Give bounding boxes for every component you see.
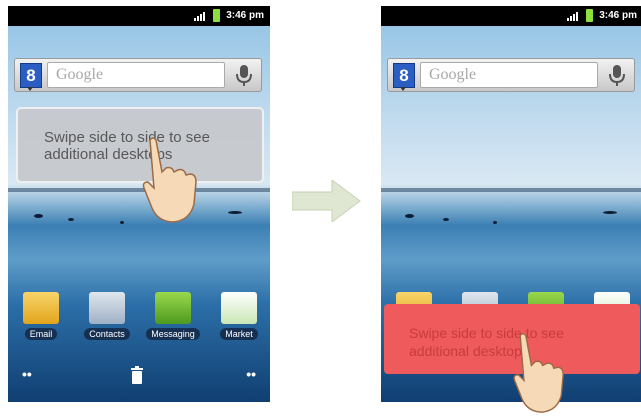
arrow-right-icon <box>292 180 361 222</box>
battery-icon <box>213 9 220 22</box>
messaging-icon[interactable] <box>155 292 191 324</box>
app-messaging[interactable]: Messaging <box>142 292 204 342</box>
app-dock: Email Contacts Messaging Market <box>8 292 270 352</box>
status-bar: 3:46 pm <box>381 6 641 26</box>
chevron-down-icon <box>400 87 406 91</box>
rock <box>68 218 74 221</box>
pointing-hand-icon <box>513 333 564 413</box>
search-input[interactable]: Google <box>420 62 598 88</box>
rock <box>34 214 43 218</box>
chevron-down-icon <box>27 87 33 91</box>
status-bar: 3:46 pm <box>8 6 270 26</box>
app-label: Market <box>220 328 258 340</box>
phone-screen-before: 3:46 pm 8 Google Swipe side to side to s… <box>8 6 270 402</box>
rock <box>443 218 449 221</box>
app-contacts[interactable]: Contacts <box>76 292 138 342</box>
battery-icon <box>586 9 593 22</box>
trash-icon[interactable] <box>130 366 144 384</box>
search-input[interactable]: Google <box>47 62 225 88</box>
app-label: Contacts <box>84 328 130 340</box>
status-time: 3:46 pm <box>599 10 637 21</box>
pointing-hand-icon <box>142 137 197 223</box>
rock <box>603 211 617 214</box>
signal-icon <box>567 12 578 21</box>
page-dots-left[interactable]: •• <box>22 366 32 382</box>
microphone-icon[interactable] <box>604 62 630 88</box>
rock <box>120 221 124 224</box>
market-icon[interactable] <box>221 292 257 324</box>
google-logo-icon[interactable]: 8 <box>20 63 42 88</box>
google-search-widget[interactable]: 8 Google <box>14 58 262 92</box>
microphone-icon[interactable] <box>231 62 257 88</box>
rock <box>228 211 242 214</box>
app-label: Messaging <box>146 328 200 340</box>
contacts-icon[interactable] <box>89 292 125 324</box>
app-label: Email <box>24 328 58 340</box>
status-time: 3:46 pm <box>226 10 264 21</box>
home-navbar: •• •• <box>8 362 270 388</box>
google-search-widget[interactable]: 8 Google <box>387 58 635 92</box>
app-market[interactable]: Market <box>208 292 270 342</box>
app-email[interactable]: Email <box>10 292 72 342</box>
page-dots-right[interactable]: •• <box>246 366 256 382</box>
email-icon[interactable] <box>23 292 59 324</box>
rock <box>405 214 414 218</box>
signal-icon <box>194 12 205 21</box>
rock <box>493 221 497 224</box>
horizon <box>381 188 641 192</box>
google-logo-icon[interactable]: 8 <box>393 63 415 88</box>
